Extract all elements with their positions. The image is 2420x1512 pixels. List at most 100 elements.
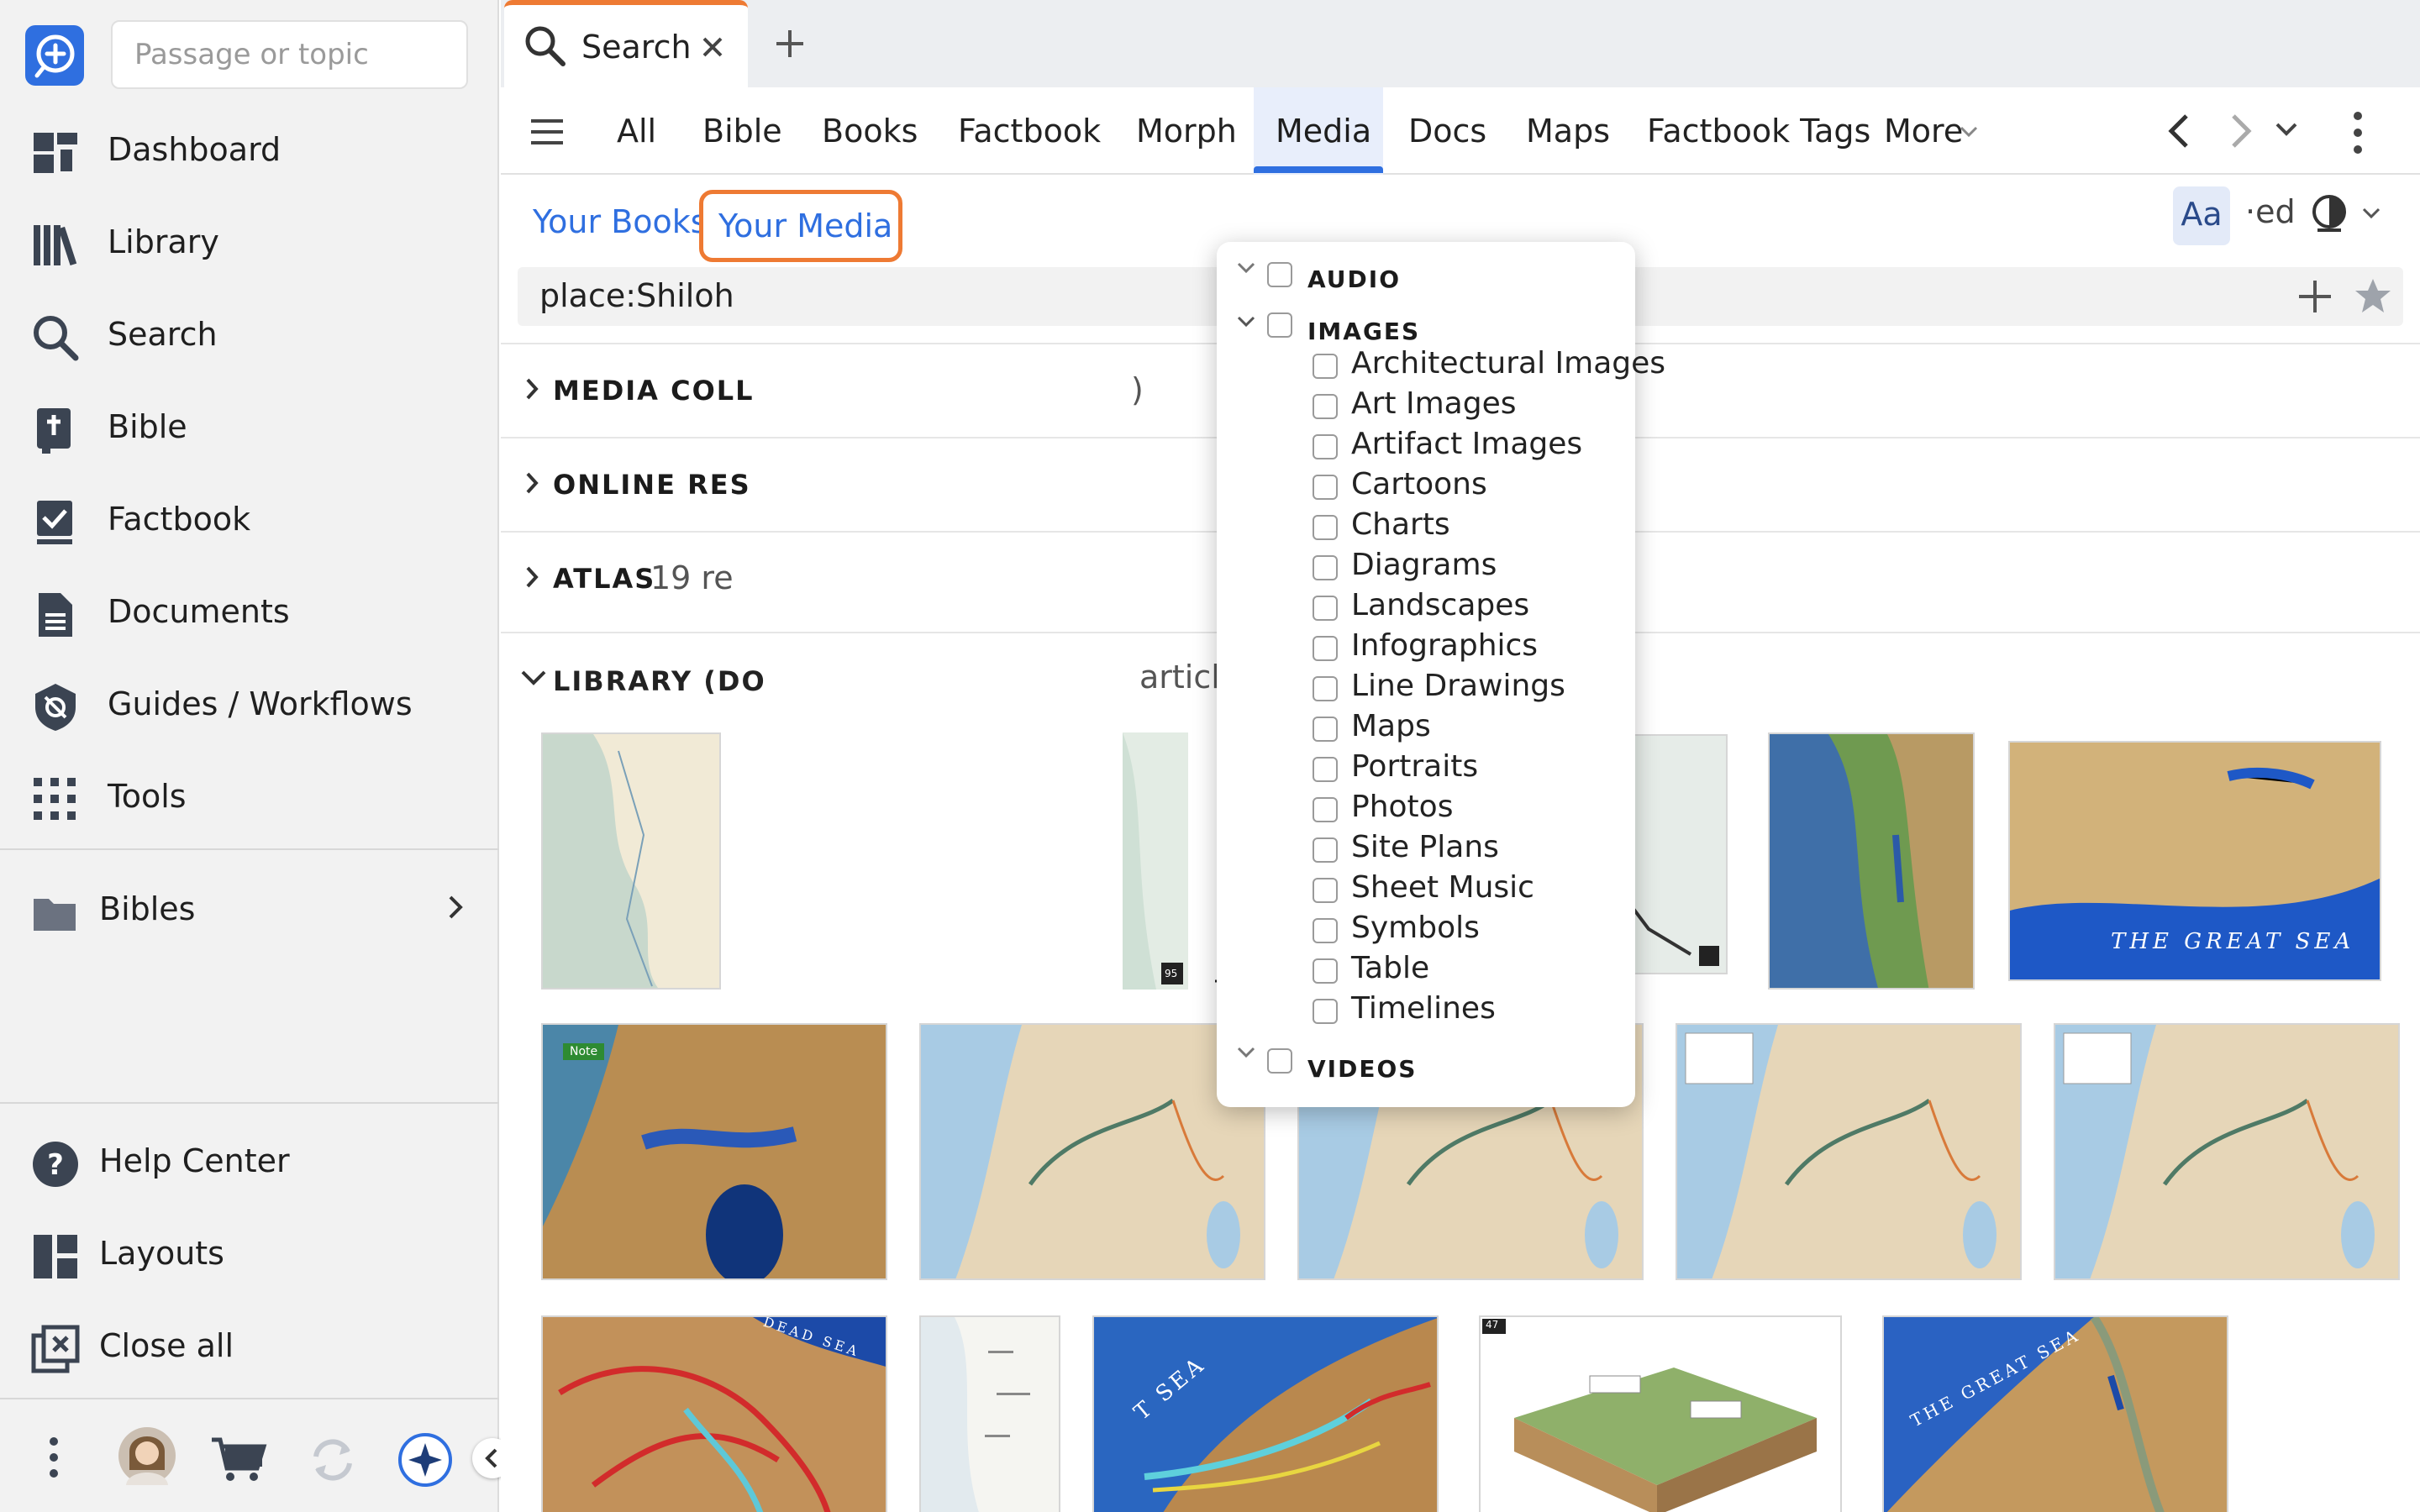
image-type-option[interactable]: Timelines	[1217, 991, 1635, 1032]
checkbox[interactable]	[1313, 837, 1338, 863]
tab-factbook[interactable]: Factbook	[958, 106, 1101, 173]
checkbox[interactable]	[1313, 354, 1338, 379]
image-type-option[interactable]: Artifact Images	[1217, 427, 1635, 467]
your-media-button[interactable]: Your Media	[699, 190, 902, 262]
image-type-option[interactable]: Sheet Music	[1217, 870, 1635, 911]
sidebar-item-documents[interactable]: Documents	[0, 570, 499, 654]
checkbox[interactable]	[1267, 312, 1292, 338]
chevron-down-icon[interactable]	[2361, 205, 2381, 222]
checkbox[interactable]	[1267, 262, 1292, 287]
forward-arrow-icon[interactable]	[2223, 111, 2257, 151]
tab-more[interactable]: More	[1884, 106, 1963, 173]
checkbox[interactable]	[1267, 1048, 1292, 1074]
media-thumbnail[interactable]: Note	[541, 1023, 887, 1280]
sidebar-item-guides[interactable]: Guides / Workflows	[0, 662, 499, 746]
checkbox[interactable]	[1313, 918, 1338, 943]
checkbox[interactable]	[1313, 394, 1338, 419]
chevron-right-icon[interactable]	[444, 892, 467, 922]
checkbox[interactable]	[1313, 636, 1338, 661]
media-thumbnail[interactable]	[541, 732, 721, 990]
more-vertical-icon[interactable]	[45, 1436, 62, 1478]
checkbox[interactable]	[1313, 555, 1338, 580]
hamburger-menu-icon[interactable]	[529, 114, 565, 150]
image-type-option[interactable]: Site Plans	[1217, 830, 1635, 870]
tab-books[interactable]: Books	[822, 106, 918, 173]
tab-all[interactable]: All	[617, 106, 656, 173]
theme-icon[interactable]	[2309, 192, 2349, 235]
image-type-option[interactable]: Maps	[1217, 709, 1635, 749]
media-type-images[interactable]: IMAGES	[1217, 311, 1635, 351]
media-thumbnail[interactable]	[2054, 1023, 2400, 1280]
avatar[interactable]	[118, 1426, 176, 1485]
image-type-option[interactable]: Portraits	[1217, 749, 1635, 790]
checkbox[interactable]	[1313, 717, 1338, 742]
ai-assistant-icon[interactable]	[397, 1431, 454, 1488]
media-type-audio[interactable]: AUDIO	[1217, 260, 1635, 301]
chevron-down-icon[interactable]	[1235, 259, 1257, 276]
checkbox[interactable]	[1313, 676, 1338, 701]
chevron-down-icon[interactable]	[1958, 123, 1980, 139]
media-thumbnail[interactable]	[919, 1023, 1265, 1280]
sidebar-item-bibles[interactable]: Bibles	[0, 867, 499, 951]
image-type-option[interactable]: Symbols	[1217, 911, 1635, 951]
passage-search-input[interactable]	[111, 20, 468, 89]
media-thumbnail[interactable]: THE GREAT SEA	[2008, 741, 2381, 981]
media-thumbnail[interactable]: 95	[1123, 732, 1188, 990]
media-thumbnail[interactable]	[919, 1315, 1060, 1512]
tab-factbook-tags[interactable]: Factbook Tags	[1647, 106, 1870, 173]
media-type-videos[interactable]: VIDEOS	[1217, 1047, 1635, 1089]
image-type-option[interactable]: Table	[1217, 951, 1635, 991]
tab-docs[interactable]: Docs	[1408, 106, 1486, 173]
tab-search[interactable]: Search	[504, 0, 748, 87]
checkbox[interactable]	[1313, 475, 1338, 500]
tab-media[interactable]: Media	[1276, 106, 1371, 173]
image-type-option[interactable]: Architectural Images	[1217, 346, 1665, 386]
sidebar-item-help-center[interactable]: ? Help Center	[0, 1119, 499, 1203]
plus-icon[interactable]	[2296, 277, 2334, 316]
media-thumbnail[interactable]: DEAD SEA	[541, 1315, 887, 1512]
sidebar-item-factbook[interactable]: Factbook	[0, 477, 499, 561]
chevron-down-icon[interactable]	[1235, 1043, 1257, 1060]
image-type-option[interactable]: Charts	[1217, 507, 1635, 548]
checkbox[interactable]	[1313, 757, 1338, 782]
your-books-link[interactable]: Your Books	[533, 203, 708, 240]
more-vertical-icon[interactable]	[2349, 109, 2366, 156]
image-type-option[interactable]: Photos	[1217, 790, 1635, 830]
checkbox[interactable]	[1313, 515, 1338, 540]
image-type-option[interactable]: Diagrams	[1217, 548, 1635, 588]
text-format-button[interactable]: Aa	[2173, 186, 2230, 245]
sidebar-item-dashboard[interactable]: Dashboard	[0, 108, 499, 192]
chevron-down-icon[interactable]	[1235, 312, 1257, 329]
chevron-down-icon[interactable]	[519, 667, 548, 689]
tab-bible[interactable]: Bible	[702, 106, 782, 173]
checkbox[interactable]	[1313, 797, 1338, 822]
tab-maps[interactable]: Maps	[1526, 106, 1610, 173]
sidebar-item-bible[interactable]: Bible	[0, 385, 499, 469]
image-type-option[interactable]: Infographics	[1217, 628, 1635, 669]
sidebar-item-layouts[interactable]: Layouts	[0, 1211, 499, 1295]
close-icon[interactable]	[696, 30, 729, 64]
cart-icon[interactable]	[210, 1435, 267, 1483]
checkbox[interactable]	[1313, 596, 1338, 621]
sidebar-item-tools[interactable]: Tools	[0, 754, 499, 838]
media-thumbnail[interactable]: T SEA	[1092, 1315, 1439, 1512]
sidebar-item-close-all[interactable]: Close all	[0, 1304, 499, 1388]
edition-button[interactable]: ·ed	[2245, 193, 2296, 230]
checkbox[interactable]	[1313, 958, 1338, 984]
image-type-option[interactable]: Line Drawings	[1217, 669, 1635, 709]
checkbox[interactable]	[1313, 878, 1338, 903]
media-thumbnail[interactable]	[1768, 732, 1975, 990]
sync-icon[interactable]	[306, 1433, 360, 1487]
image-type-option[interactable]: Cartoons	[1217, 467, 1635, 507]
tab-morph[interactable]: Morph	[1136, 106, 1237, 173]
query-text[interactable]: place:Shiloh	[539, 277, 734, 314]
back-arrow-icon[interactable]	[2163, 111, 2196, 151]
image-type-option[interactable]: Art Images	[1217, 386, 1635, 427]
media-thumbnail[interactable]	[1676, 1023, 2022, 1280]
checkbox[interactable]	[1313, 999, 1338, 1024]
sidebar-item-library[interactable]: Library	[0, 200, 499, 284]
plus-icon[interactable]	[771, 25, 808, 62]
checkbox[interactable]	[1313, 434, 1338, 459]
media-thumbnail[interactable]: 47	[1479, 1315, 1842, 1512]
media-thumbnail[interactable]: THE GREAT SEA	[1882, 1315, 2228, 1512]
